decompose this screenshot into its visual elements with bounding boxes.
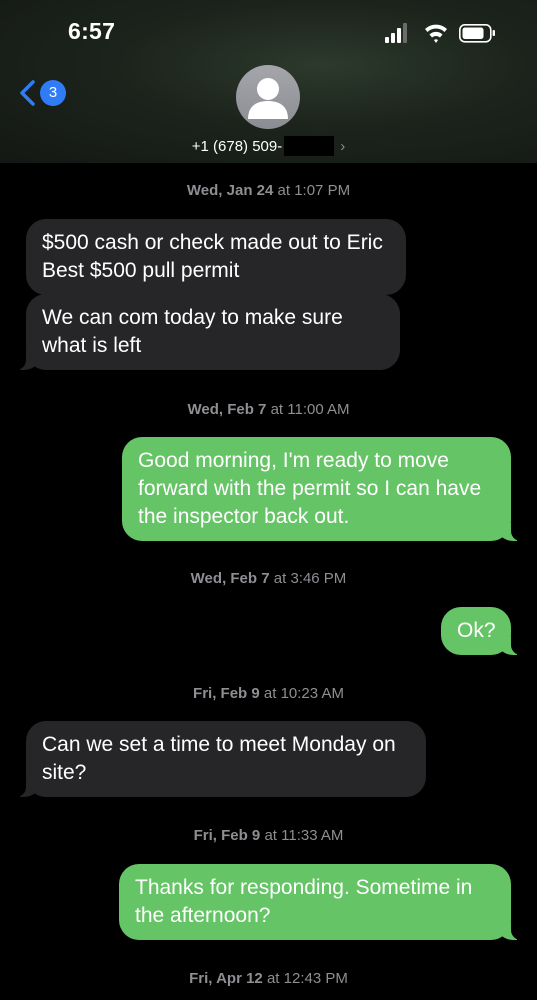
timestamp: Fri, Feb 9 at 11:33 AM: [193, 827, 344, 844]
timestamp: Fri, Feb 9 at 10:23 AM: [193, 685, 344, 702]
back-chevron-icon: [20, 80, 35, 106]
contact-number: +1 (678) 509-: [191, 137, 283, 155]
timestamp: Wed, Feb 7 at 3:46 PM: [190, 570, 347, 587]
incoming-message[interactable]: $500 cash or check made out to Eric Best…: [26, 219, 406, 295]
back-button[interactable]: 3: [18, 80, 66, 106]
chevron-right-icon: ›: [340, 137, 346, 155]
outgoing-message[interactable]: Thanks for responding. Sometime in the a…: [119, 864, 521, 940]
timestamp: Wed, Jan 24 at 1:07 PM: [186, 182, 351, 199]
battery-icon: [459, 24, 495, 43]
avatar-person-icon: [248, 78, 288, 119]
contact-name[interactable]: +1 (678) 509- ›: [0, 136, 537, 156]
contact-avatar[interactable]: [236, 65, 300, 129]
outgoing-message[interactable]: Ok?: [441, 607, 521, 655]
incoming-message[interactable]: We can com today to make sure what is le…: [16, 294, 400, 370]
incoming-message[interactable]: Can we set a time to meet Monday on site…: [16, 721, 426, 797]
timestamp: Wed, Feb 7 at 11:00 AM: [187, 401, 350, 418]
wifi-icon: [425, 24, 447, 43]
outgoing-message[interactable]: Good morning, I'm ready to move forward …: [122, 437, 521, 541]
status-time: 6:57: [68, 18, 116, 44]
unread-badge: 3: [40, 80, 66, 106]
status-icons: [385, 23, 495, 43]
timestamp: Fri, Apr 12 at 12:43 PM: [189, 970, 348, 987]
conversation-header: 6:57 3 +1 (678) 509- ›: [0, 0, 537, 163]
redaction-box: [284, 136, 335, 156]
signal-icon: [385, 23, 407, 43]
